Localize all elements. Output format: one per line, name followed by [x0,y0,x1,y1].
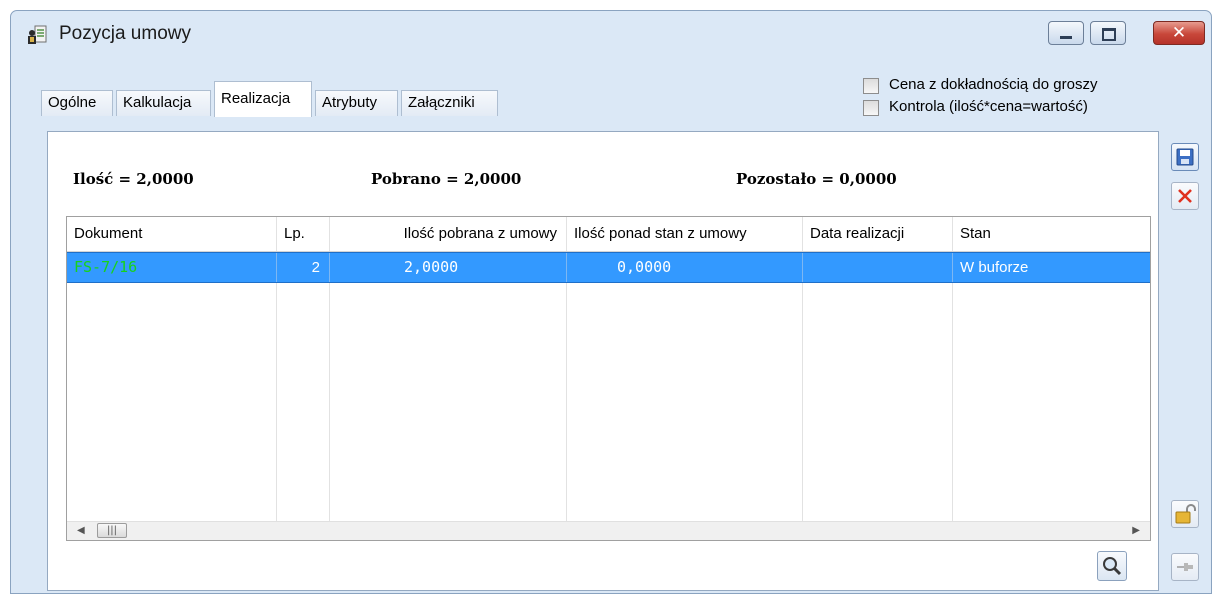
column-header-lp[interactable]: Lp. [277,217,330,251]
horizontal-scrollbar[interactable]: ◀ ||| ▶ [67,521,1150,540]
title-bar: Pozycja umowy ✕ [11,11,1211,51]
column-header-stan[interactable]: Stan [953,217,1150,251]
pin-icon [1177,563,1193,571]
maximize-button[interactable] [1090,21,1126,45]
pin-button[interactable] [1171,553,1199,581]
column-header-data[interactable]: Data realizacji [803,217,953,251]
document-icon [28,25,47,44]
tab-zalaczniki[interactable]: Załączniki [401,90,498,116]
search-icon [1103,557,1122,576]
column-divider [566,283,567,522]
window-title: Pozycja umowy [59,23,191,44]
close-icon: ✕ [1171,23,1187,43]
quantity-summary: Ilość = 2,0000 [73,170,194,188]
save-button[interactable] [1171,143,1199,171]
close-button[interactable]: ✕ [1153,21,1205,45]
column-header-ilosc-ponad[interactable]: Ilość ponad stan z umowy [567,217,803,251]
scroll-right-icon[interactable]: ▶ [1132,522,1140,540]
tab-atrybuty[interactable]: Atrybuty [315,90,398,116]
column-divider [802,283,803,522]
grid-header: Dokument Lp. Ilość pobrana z umowy Ilość… [67,217,1150,252]
control-checkbox[interactable] [863,100,879,116]
delete-button[interactable] [1171,182,1199,210]
cell-ilosc-pobrana: 2,0000 [330,253,567,282]
column-divider [276,283,277,522]
cell-dokument[interactable]: FS-7/16 [67,253,277,282]
search-button[interactable] [1097,551,1127,581]
scroll-left-icon[interactable]: ◀ [77,522,85,540]
column-divider [952,283,953,522]
minimize-button[interactable] [1048,21,1084,45]
taken-summary: Pobrano = 2,0000 [371,170,522,188]
save-icon [1176,148,1194,166]
contract-item-window: Pozycja umowy ✕ Ogólne Kalkulacja Realiz… [10,10,1212,594]
column-header-dokument[interactable]: Dokument [67,217,277,251]
cell-stan: W buforze [960,259,1029,276]
cell-lp: 2 [277,253,330,282]
cell-data [803,253,953,282]
column-divider [329,283,330,522]
scroll-thumb[interactable]: ||| [97,523,127,538]
unlock-icon [1175,504,1196,524]
table-row[interactable]: FS-7/16 2 2,0000 0,0000 W buforze [67,252,1150,283]
tab-ogolne[interactable]: Ogólne [41,90,113,116]
realizacja-panel: Ilość = 2,0000 Pobrano = 2,0000 Pozostał… [47,131,1159,591]
tab-realizacja[interactable]: Realizacja [214,81,312,117]
column-header-ilosc-pobrana[interactable]: Ilość pobrana z umowy [330,217,567,251]
cell-ilosc-ponad: 0,0000 [567,253,803,282]
control-label[interactable]: Kontrola (ilość*cena=wartość) [889,98,1088,115]
lock-button[interactable] [1171,500,1199,528]
delete-icon [1178,189,1192,203]
tab-kalkulacja[interactable]: Kalkulacja [116,90,211,116]
realization-grid[interactable]: Dokument Lp. Ilość pobrana z umowy Ilość… [66,216,1151,541]
price-precision-checkbox[interactable] [863,78,879,94]
price-precision-label[interactable]: Cena z dokładnością do groszy [889,76,1097,93]
remaining-summary: Pozostało = 0,0000 [736,170,897,188]
